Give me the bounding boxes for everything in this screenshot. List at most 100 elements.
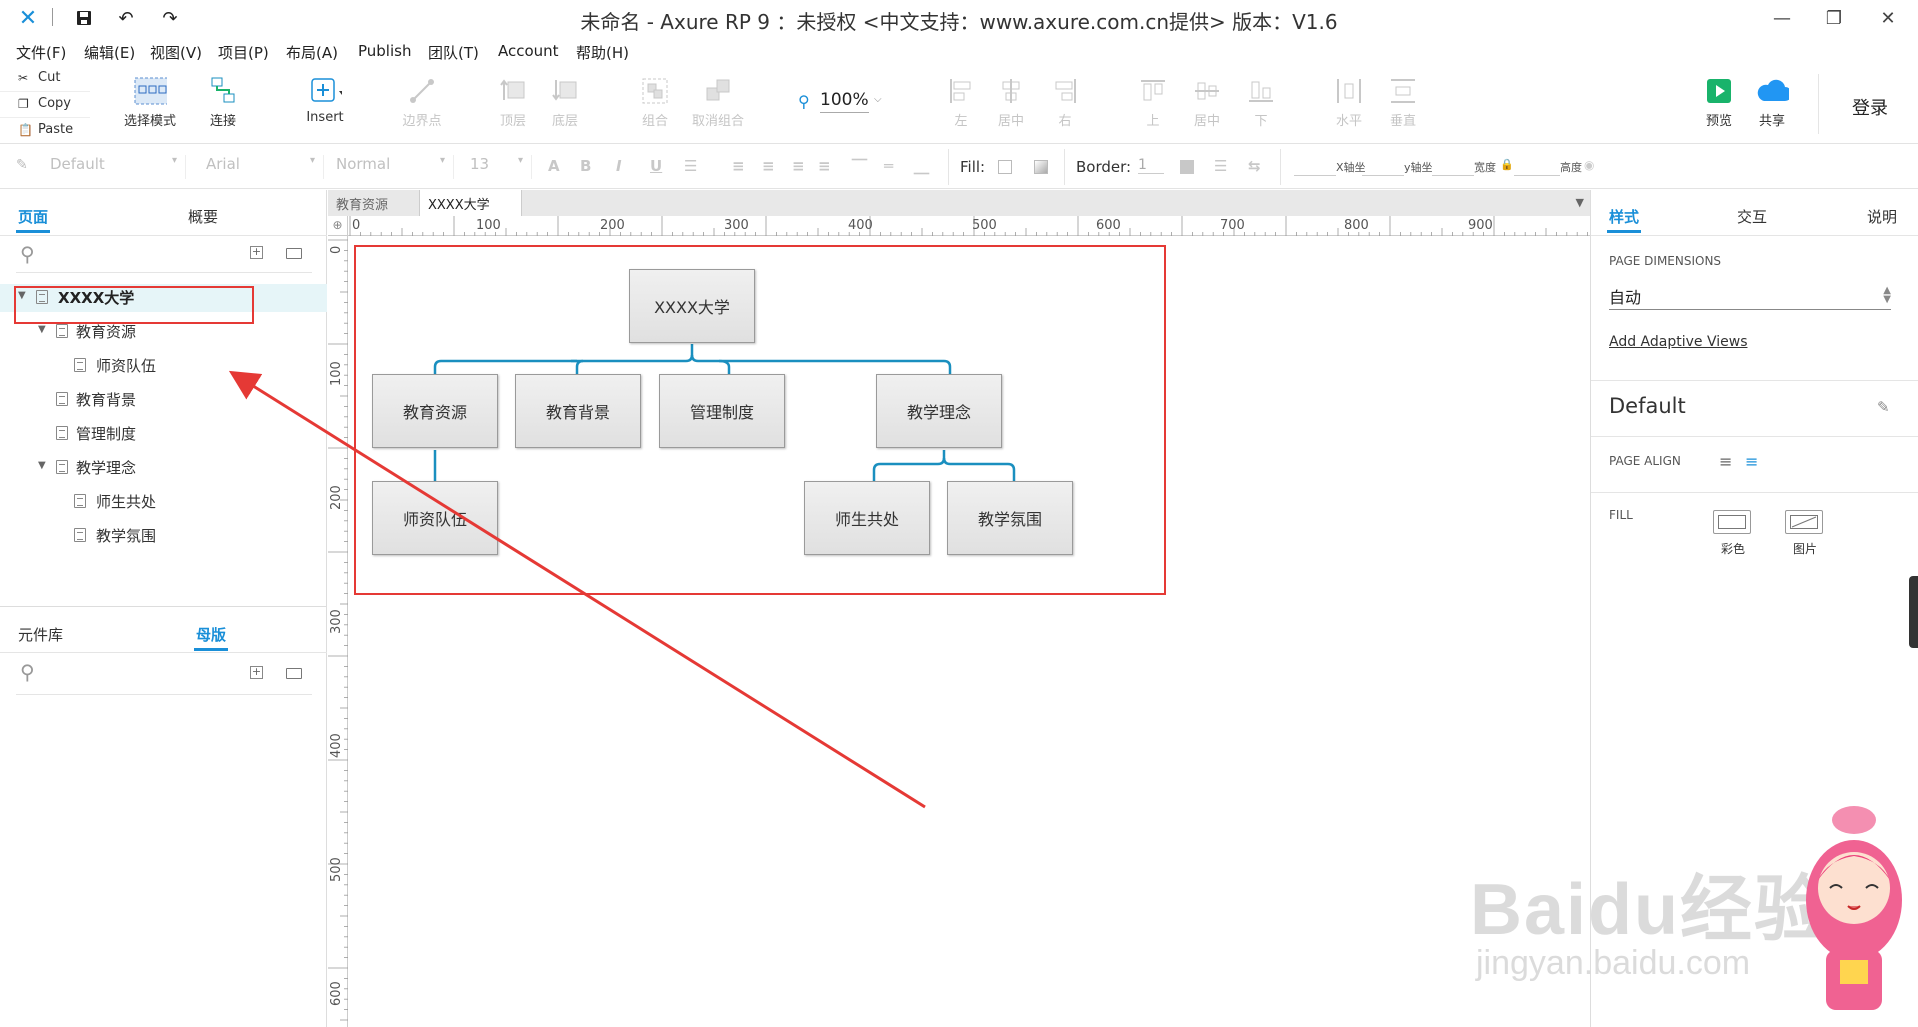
- align-left-button[interactable]: 左: [944, 76, 978, 129]
- tab-library[interactable]: 元件库: [18, 624, 63, 645]
- expand-arrow-icon[interactable]: ▼: [38, 460, 46, 471]
- menu-file[interactable]: 文件(F): [16, 42, 66, 63]
- visibility-icon[interactable]: ◉: [1584, 158, 1594, 172]
- x-input[interactable]: [1294, 175, 1336, 176]
- preview-button[interactable]: 预览: [1702, 76, 1736, 129]
- bring-front-button[interactable]: 顶层: [496, 76, 530, 129]
- align-middle-button[interactable]: 居中: [1190, 76, 1224, 129]
- menu-arrange[interactable]: 布局(A): [286, 42, 338, 63]
- tab-outline[interactable]: 概要: [188, 206, 218, 227]
- ungroup-button[interactable]: 取消组合: [690, 76, 746, 129]
- italic-icon[interactable]: I: [616, 157, 622, 175]
- align-center-page-icon[interactable]: ≡: [1745, 452, 1758, 471]
- align-text-left-icon[interactable]: ≡: [732, 157, 745, 175]
- add-folder-icon[interactable]: [286, 248, 302, 259]
- menu-edit[interactable]: 编辑(E): [84, 42, 135, 63]
- align-left-page-icon[interactable]: ≡: [1719, 452, 1732, 471]
- tabs-dropdown-icon[interactable]: ▼: [1576, 196, 1584, 209]
- align-right-button[interactable]: 右: [1048, 76, 1082, 129]
- expand-arrow-icon[interactable]: ▼: [38, 324, 46, 335]
- add-page-icon[interactable]: +: [250, 246, 263, 259]
- lock-icon[interactable]: 🔒: [1500, 158, 1514, 171]
- login-button[interactable]: 登录: [1852, 94, 1888, 120]
- add-adaptive-views-link[interactable]: Add Adaptive Views: [1609, 334, 1747, 350]
- align-text-justify-icon[interactable]: ≡: [818, 157, 831, 175]
- zoom-value: 100%: [820, 90, 869, 113]
- paste-button[interactable]: 📋 Paste: [0, 118, 90, 144]
- menu-publish[interactable]: Publish: [358, 42, 411, 60]
- minimize-button[interactable]: —: [1762, 4, 1802, 32]
- border-style-icon[interactable]: ☰: [1214, 157, 1227, 175]
- align-text-right-icon[interactable]: ≡: [792, 157, 805, 175]
- fill-image-option[interactable]: [1785, 510, 1823, 534]
- fill-gradient-swatch[interactable]: [1034, 160, 1048, 174]
- page-item-teacher-student[interactable]: 师生共处: [0, 488, 327, 516]
- points-button[interactable]: 边界点: [400, 76, 444, 129]
- tab-masters[interactable]: 母版: [196, 624, 226, 645]
- page-item-faculty[interactable]: 师资队伍: [0, 352, 327, 380]
- page-dimensions-select[interactable]: 自动 ▲ ▼: [1609, 284, 1891, 310]
- tab-notes[interactable]: 说明: [1867, 206, 1897, 227]
- doc-tab-edu-resources[interactable]: 教育资源×: [328, 190, 420, 228]
- ruler-corner-icon[interactable]: ⊕: [328, 216, 348, 236]
- align-center-button[interactable]: 居中: [994, 76, 1028, 129]
- page-item-edu-background[interactable]: 教育背景: [0, 386, 327, 414]
- bold-icon[interactable]: B: [580, 157, 591, 175]
- border-width-input[interactable]: 1: [1138, 157, 1164, 174]
- font-weight-select[interactable]: Normal ▾: [336, 155, 454, 179]
- underline-icon[interactable]: U: [650, 157, 662, 175]
- font-color-icon[interactable]: A: [548, 157, 560, 175]
- style-edit-icon[interactable]: ✎: [16, 157, 28, 173]
- menu-view[interactable]: 视图(V): [150, 42, 202, 63]
- distribute-v-button[interactable]: 垂直: [1386, 76, 1420, 129]
- align-top-button[interactable]: 上: [1136, 76, 1170, 129]
- add-master-icon[interactable]: +: [250, 666, 263, 679]
- masters-search-icon[interactable]: ⚲: [20, 660, 35, 684]
- tab-style[interactable]: 样式: [1609, 206, 1639, 227]
- arrow-style-icon[interactable]: ⇆: [1248, 157, 1261, 175]
- menu-project[interactable]: 项目(P): [218, 42, 269, 63]
- doc-tab-xxxx-university[interactable]: XXXX大学×: [420, 190, 522, 228]
- search-icon[interactable]: ⚲: [20, 242, 35, 266]
- valign-middle-icon[interactable]: ═: [884, 157, 893, 175]
- list-icon[interactable]: ☰: [684, 157, 697, 175]
- distribute-h-button[interactable]: 水平: [1332, 76, 1366, 129]
- fill-color-swatch[interactable]: [998, 160, 1012, 174]
- tab-interactions[interactable]: 交互: [1737, 206, 1767, 227]
- restore-button[interactable]: ❐: [1814, 4, 1854, 32]
- font-select[interactable]: Arial ▾: [206, 155, 324, 179]
- align-text-center-icon[interactable]: ≡: [762, 157, 775, 175]
- border-color-swatch[interactable]: [1180, 160, 1194, 174]
- width-input[interactable]: [1432, 175, 1474, 176]
- add-master-folder-icon[interactable]: [286, 668, 302, 679]
- side-panel-handle[interactable]: [1909, 576, 1918, 648]
- style-select[interactable]: Default ▾: [50, 155, 186, 179]
- copy-button[interactable]: ❐ Copy: [0, 92, 90, 118]
- close-button[interactable]: ✕: [1868, 4, 1908, 32]
- connect-button[interactable]: 连接: [206, 76, 240, 129]
- page-item-management[interactable]: 管理制度: [0, 420, 327, 448]
- page-item-atmosphere[interactable]: 教学氛围: [0, 522, 327, 550]
- edit-style-icon[interactable]: ✎: [1877, 398, 1890, 416]
- menu-help[interactable]: 帮助(H): [576, 42, 629, 63]
- cut-button[interactable]: ✂ Cut: [0, 66, 90, 92]
- tab-pages[interactable]: 页面: [18, 206, 48, 227]
- select-mode-button[interactable]: 选择模式: [110, 76, 190, 129]
- y-input[interactable]: [1362, 175, 1404, 176]
- fill-color-option[interactable]: [1713, 510, 1751, 534]
- zoom-select[interactable]: ⚲ 100% ⌵: [796, 88, 890, 116]
- font-size-select[interactable]: 13 ▾: [470, 155, 532, 179]
- menu-account[interactable]: Account: [498, 42, 559, 60]
- group-button[interactable]: 组合: [638, 76, 672, 129]
- share-button[interactable]: 共享: [1752, 76, 1792, 129]
- design-canvas[interactable]: XXXX大学 教育资源 教育背景 管理制度 教学理念 师资队伍 师生共处 教学氛…: [349, 237, 1590, 1027]
- valign-top-icon[interactable]: ⎺: [852, 157, 867, 175]
- menu-team[interactable]: 团队(T): [428, 42, 479, 63]
- insert-button[interactable]: Insert: [300, 76, 350, 125]
- align-bottom-button[interactable]: 下: [1244, 76, 1278, 129]
- height-input[interactable]: [1514, 175, 1560, 176]
- valign-bottom-icon[interactable]: ⎽: [914, 157, 929, 175]
- send-back-button[interactable]: 底层: [548, 76, 582, 129]
- page-icon: [74, 494, 86, 508]
- page-item-teaching-philosophy[interactable]: ▼ 教学理念: [0, 454, 327, 482]
